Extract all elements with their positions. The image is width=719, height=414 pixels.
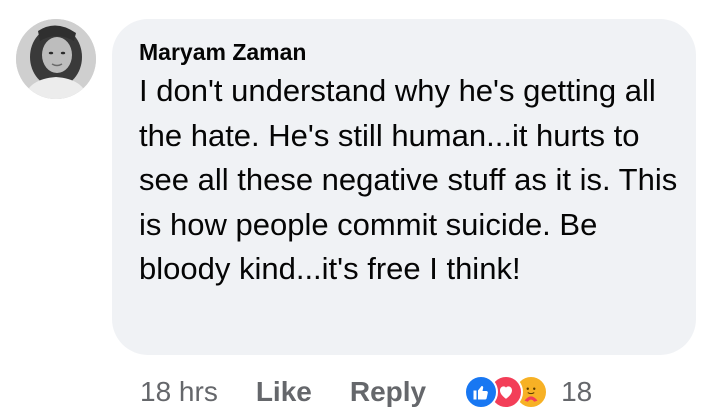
- comment-bubble: Maryam Zaman I don't understand why he's…: [112, 19, 696, 355]
- like-button[interactable]: Like: [256, 376, 312, 408]
- reply-button[interactable]: Reply: [350, 376, 426, 408]
- avatar[interactable]: [16, 19, 96, 99]
- comment-timestamp[interactable]: 18 hrs: [140, 376, 218, 408]
- like-icon: [464, 375, 499, 409]
- comment-actions: 18 hrs Like Reply 18: [140, 372, 592, 412]
- reactions-summary[interactable]: 18: [464, 375, 592, 409]
- comment-text: I don't understand why he's getting all …: [139, 73, 678, 286]
- comment-author[interactable]: Maryam Zaman: [139, 37, 670, 67]
- reaction-count: 18: [561, 376, 593, 407]
- avatar-image: [16, 19, 96, 99]
- comment: Maryam Zaman I don't understand why he's…: [0, 0, 719, 414]
